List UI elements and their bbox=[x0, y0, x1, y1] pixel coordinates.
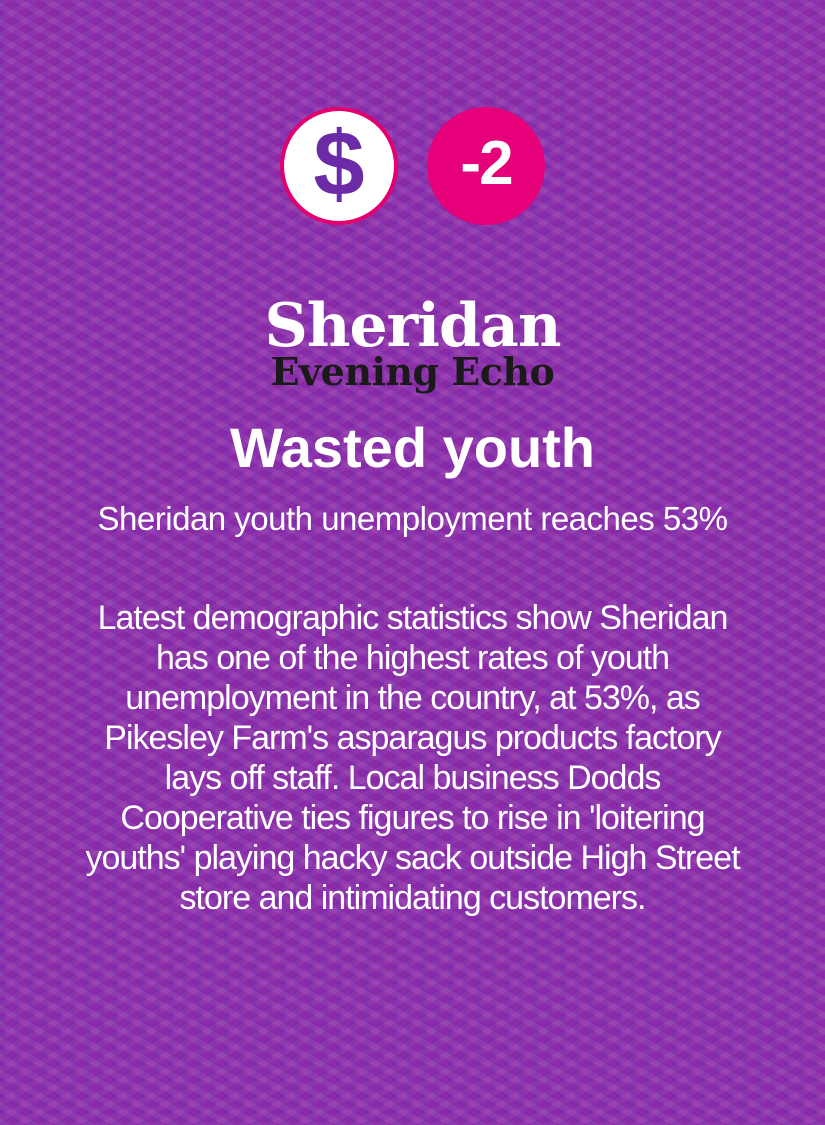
money-change-badge: -2 bbox=[427, 107, 545, 225]
article-headline: Wasted youth bbox=[229, 416, 596, 479]
article-subheadline: Sheridan youth unemployment reaches 53% bbox=[97, 500, 728, 537]
article-body: Latest demographic statistics show Sheri… bbox=[85, 599, 740, 917]
news-card: $ -2 Sheridan Evening Echo Wasted youth … bbox=[0, 0, 825, 1125]
masthead-subtitle: Evening Echo bbox=[270, 349, 555, 394]
dollar-icon: $ bbox=[313, 113, 365, 215]
money-badge: $ bbox=[280, 107, 398, 225]
masthead-title: Sheridan bbox=[264, 291, 562, 361]
stat-badges: $ -2 bbox=[0, 107, 825, 225]
money-change-value: -2 bbox=[460, 129, 513, 198]
newspaper-masthead: Sheridan Evening Echo bbox=[0, 291, 825, 394]
